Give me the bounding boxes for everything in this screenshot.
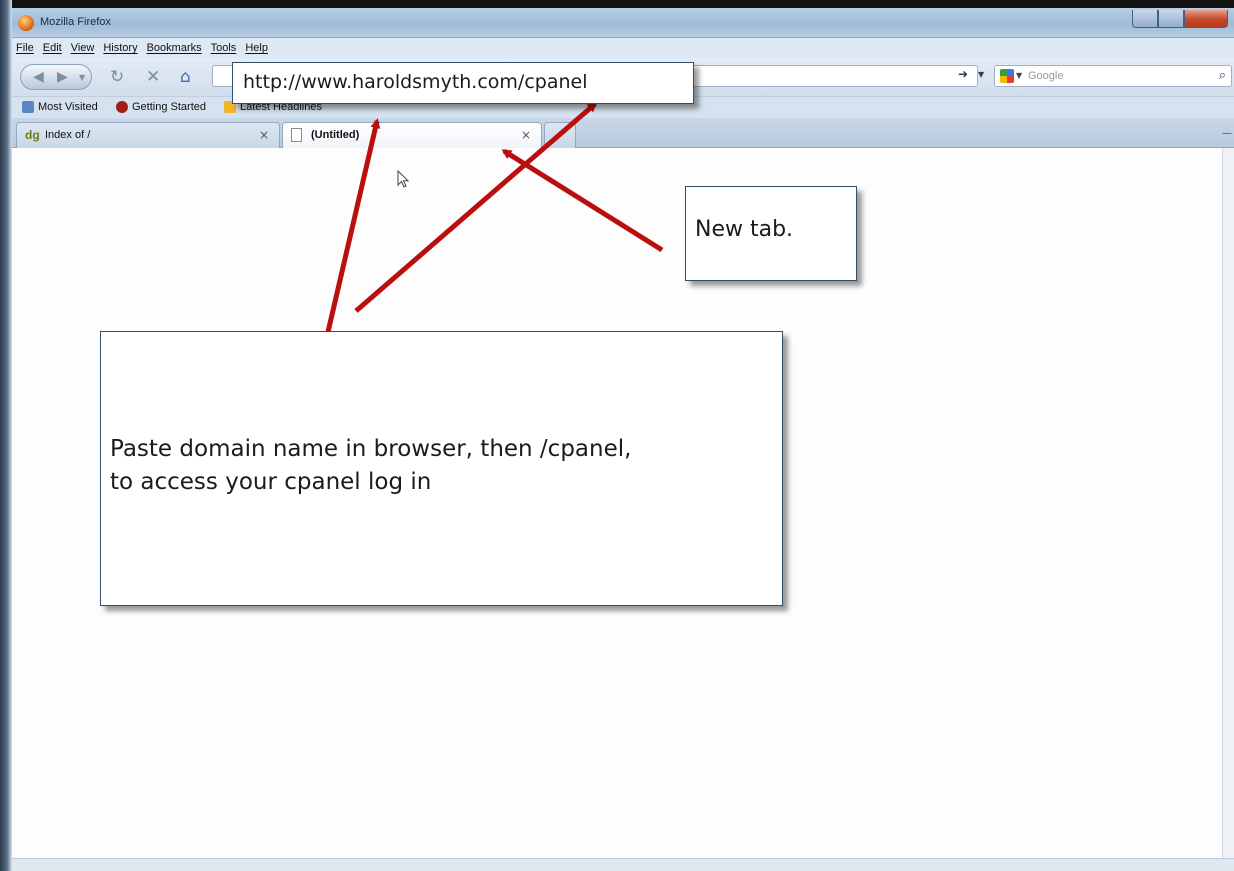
- menu-bookmarks[interactable]: Bookmarks: [147, 42, 202, 54]
- most-visited-icon: [22, 101, 34, 113]
- forward-arrow-icon[interactable]: ▶: [57, 69, 68, 85]
- maximize-button[interactable]: [1158, 10, 1184, 28]
- blank-page-icon: [291, 128, 302, 142]
- firefox-logo-icon: [18, 15, 34, 31]
- tab-label: (Untitled): [311, 129, 360, 141]
- new-tab-callout-text: New tab.: [695, 217, 794, 242]
- getting-started-icon: [116, 101, 128, 113]
- dg-favicon-icon: dg: [25, 128, 40, 142]
- close-window-button[interactable]: [1184, 10, 1228, 28]
- tab-untitled[interactable]: (Untitled) ×: [282, 122, 542, 149]
- engine-dropdown-icon[interactable]: ▼: [1016, 71, 1022, 80]
- search-placeholder: Google: [1028, 70, 1064, 82]
- url-callout: http://www.haroldsmyth.com/cpanel: [232, 62, 694, 104]
- go-arrow-icon[interactable]: ➜: [958, 67, 968, 81]
- right-scroll-edge: [1222, 148, 1234, 858]
- bookmark-label: Getting Started: [132, 101, 206, 113]
- window-controls: [1132, 10, 1230, 28]
- tab-close-icon[interactable]: ×: [259, 128, 269, 142]
- reload-icon[interactable]: ↻: [110, 67, 124, 87]
- desktop-edge: [0, 0, 12, 871]
- instructions-line-1: Paste domain name in browser, then /cpan…: [110, 436, 632, 462]
- tab-label: Index of /: [45, 129, 91, 141]
- menu-tools[interactable]: Tools: [211, 42, 237, 54]
- menu-help[interactable]: Help: [245, 42, 268, 54]
- history-dropdown-icon[interactable]: ▼: [79, 73, 85, 82]
- window-title: Mozilla Firefox: [40, 16, 111, 28]
- search-bar[interactable]: ▼ Google ⌕: [994, 65, 1232, 87]
- stop-icon[interactable]: ✕: [146, 67, 160, 87]
- instructions-callout: Paste domain name in browser, then /cpan…: [100, 331, 783, 606]
- menu-bar: File Edit View History Bookmarks Tools H…: [12, 38, 1234, 58]
- url-callout-text: http://www.haroldsmyth.com/cpanel: [243, 71, 588, 93]
- search-icon[interactable]: ⌕: [1219, 68, 1226, 83]
- menu-edit[interactable]: Edit: [43, 42, 62, 54]
- top-border: [0, 0, 1234, 8]
- screenshot-root: Mozilla Firefox File Edit View History B…: [0, 0, 1234, 871]
- new-tab-callout: New tab.: [685, 186, 857, 281]
- status-bar: [12, 858, 1234, 871]
- bookmark-getting-started[interactable]: Getting Started: [116, 101, 206, 113]
- tab-index-of[interactable]: dg Index of / ×: [16, 122, 280, 148]
- tabs-list-icon[interactable]: —: [1222, 128, 1232, 139]
- mouse-cursor-icon: [397, 170, 410, 188]
- tab-strip: dg Index of / × (Untitled) × —: [12, 118, 1234, 149]
- menu-view[interactable]: View: [71, 42, 95, 54]
- menu-file[interactable]: File: [16, 42, 34, 54]
- bookmark-most-visited[interactable]: Most Visited: [22, 101, 98, 113]
- url-dropdown-icon[interactable]: ▼: [978, 70, 984, 79]
- back-forward-buttons[interactable]: ◀ ▶ ▼: [20, 64, 92, 90]
- tab-close-icon[interactable]: ×: [521, 128, 531, 142]
- back-arrow-icon[interactable]: ◀: [33, 69, 44, 85]
- minimize-button[interactable]: [1132, 10, 1158, 28]
- instructions-line-2: to access your cpanel log in: [110, 469, 432, 495]
- menu-history[interactable]: History: [103, 42, 137, 54]
- window-titlebar[interactable]: Mozilla Firefox: [12, 8, 1234, 38]
- bookmark-label: Most Visited: [38, 101, 98, 113]
- home-icon[interactable]: ⌂: [180, 67, 191, 87]
- google-engine-icon[interactable]: [1000, 69, 1014, 83]
- new-tab-button[interactable]: [544, 122, 576, 148]
